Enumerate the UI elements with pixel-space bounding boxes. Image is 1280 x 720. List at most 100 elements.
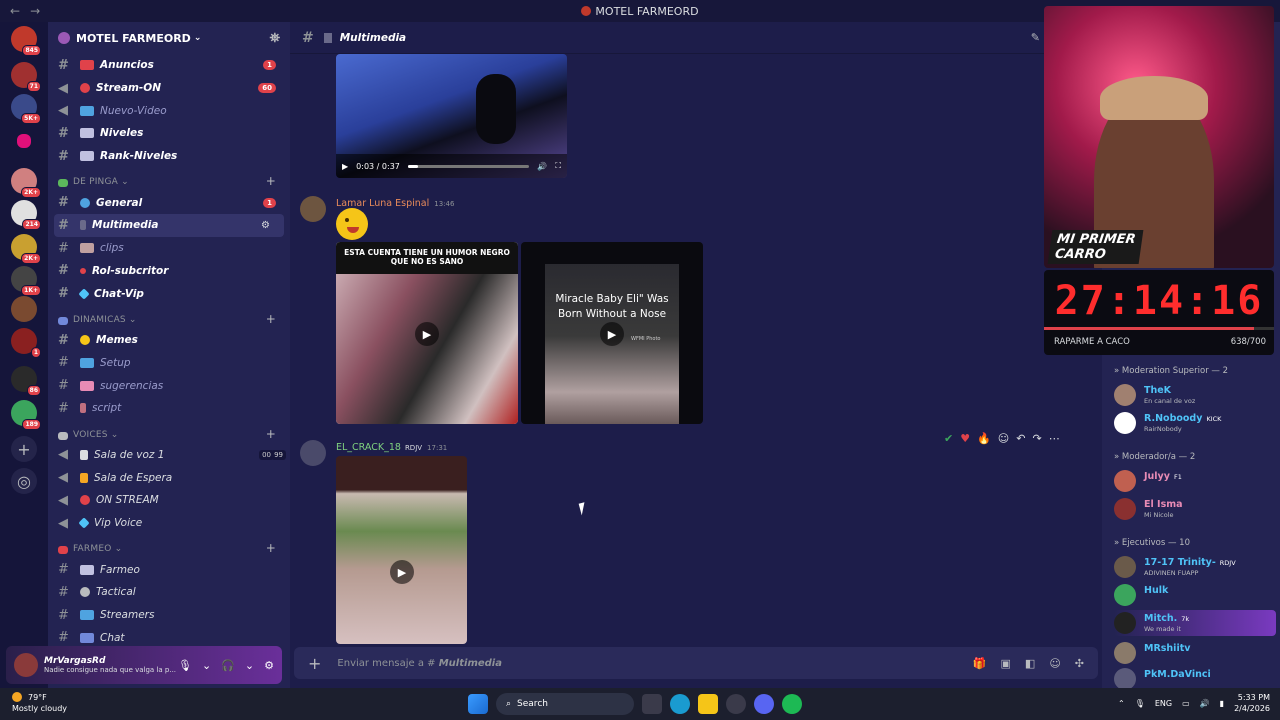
composer-placeholder[interactable]: Enviar mensaje a # Multimedia	[337, 658, 502, 669]
edge-icon[interactable]	[670, 694, 690, 714]
member-item[interactable]: TheK En canal de voz	[1114, 382, 1276, 408]
server-icon[interactable]: 189	[11, 400, 41, 430]
chevron-down-icon[interactable]: ⌄	[245, 659, 254, 672]
heart-reaction-icon[interactable]: ♥	[960, 432, 970, 445]
server-icon[interactable]: 1K+	[11, 266, 41, 296]
avatar[interactable]	[14, 653, 38, 677]
microphone-icon[interactable]: 🎙	[1135, 699, 1145, 708]
add-server-icon[interactable]: +	[11, 436, 37, 462]
channel-item[interactable]: # Farmeo	[48, 558, 290, 581]
category-farmeo[interactable]: FARMEO ⌄ +	[48, 534, 290, 558]
add-reaction-icon[interactable]: ☺	[998, 432, 1009, 445]
category-de-pinga[interactable]: DE PINGA ⌄ +	[48, 167, 290, 191]
file-explorer-icon[interactable]	[698, 694, 718, 714]
video-attachment[interactable]: Miracle Baby Eli" Was Born Without a Nos…	[521, 242, 703, 424]
channel-item[interactable]: # Chat-Vip	[48, 282, 290, 305]
channel-item[interactable]: ◀ Nuevo-Video	[48, 99, 290, 122]
play-icon[interactable]: ▶	[600, 322, 624, 346]
server-icon[interactable]: 845	[11, 26, 41, 56]
play-icon[interactable]: ▶	[415, 322, 439, 346]
invite-icon[interactable]: ⛯	[270, 31, 280, 46]
sticker-icon[interactable]: ◧	[1025, 657, 1035, 670]
channel-item[interactable]: # Rank-Niveles	[48, 145, 290, 168]
voice-channel[interactable]: ◀ ON STREAM	[48, 489, 290, 512]
server-icon[interactable]: 2K+	[11, 168, 41, 198]
channel-item[interactable]: ◀ Stream-ON 60	[48, 77, 290, 100]
add-channel-icon[interactable]: +	[266, 312, 276, 326]
discord-icon[interactable]	[754, 694, 774, 714]
message-composer[interactable]: + Enviar mensaje a # Multimedia 🎁 ▣ ◧ ☺ …	[294, 647, 1098, 679]
member-item[interactable]: R.Noboody KICK RairNobody	[1114, 410, 1276, 436]
reply-icon[interactable]: ↶	[1016, 432, 1025, 445]
explore-icon[interactable]: ◎	[11, 468, 37, 494]
play-icon[interactable]: ▶	[390, 560, 414, 584]
server-icon[interactable]: 214	[11, 200, 41, 230]
member-item[interactable]: MRshiitv	[1114, 640, 1276, 666]
member-item[interactable]: Julyy F1	[1114, 468, 1276, 494]
channel-item[interactable]: # sugerencias	[48, 374, 290, 397]
language-indicator[interactable]: ENG	[1155, 699, 1172, 708]
message-author[interactable]: EL_CRACK_18	[336, 442, 401, 453]
taskbar-clock[interactable]: 5:33 PM 2/4/2026	[1234, 692, 1270, 714]
server-icon[interactable]: 1	[11, 328, 41, 358]
server-icon[interactable]: 5K+	[11, 94, 41, 124]
video-progress-bar[interactable]	[407, 164, 530, 168]
channel-item[interactable]: # General 1	[48, 191, 290, 214]
channel-item-active[interactable]: # Multimedia ⚙	[54, 214, 284, 237]
gift-icon[interactable]: 🎁	[973, 657, 987, 670]
channel-item[interactable]: # Tactical	[48, 581, 290, 604]
voice-channel[interactable]: ◀ Vip Voice	[48, 512, 290, 535]
volume-icon[interactable]: 🔊	[1200, 699, 1210, 708]
category-dinamicas[interactable]: DINAMICAS ⌄ +	[48, 305, 290, 329]
server-icon[interactable]: 2K+	[11, 234, 41, 264]
chevron-down-icon[interactable]: ⌄	[202, 659, 211, 672]
channel-item[interactable]: # Streamers	[48, 604, 290, 627]
server-icon[interactable]: 71	[11, 62, 41, 92]
channel-item[interactable]: # Setup	[48, 352, 290, 375]
add-channel-icon[interactable]: +	[266, 427, 276, 441]
play-icon[interactable]: ▶	[342, 162, 348, 171]
channel-item[interactable]: # clips	[48, 237, 290, 260]
server-icon[interactable]	[11, 296, 37, 322]
member-item[interactable]: Hulk	[1114, 582, 1276, 608]
battery-icon[interactable]: ▮	[1220, 699, 1224, 708]
server-icon[interactable]	[17, 134, 31, 148]
video-attachment[interactable]: ▶	[336, 456, 467, 644]
checkmark-reaction-icon[interactable]: ✔	[944, 432, 953, 445]
app-icon[interactable]	[726, 694, 746, 714]
channel-item[interactable]: # script	[48, 397, 290, 420]
gear-icon[interactable]: ⚙	[264, 659, 274, 672]
volume-icon[interactable]: 🔊	[537, 162, 547, 171]
add-channel-icon[interactable]: +	[266, 541, 276, 555]
voice-channel[interactable]: ◀ Sala de Espera	[48, 466, 290, 489]
apps-icon[interactable]: ✣	[1075, 657, 1084, 670]
spotify-icon[interactable]	[782, 694, 802, 714]
more-icon[interactable]: ⋯	[1049, 432, 1060, 445]
fire-reaction-icon[interactable]: 🔥	[977, 432, 991, 445]
video-attachment[interactable]: ESTA CUENTA TIENE UN HUMOR NEGRO QUE NO …	[336, 242, 518, 424]
category-voices[interactable]: VOICES ⌄ +	[48, 420, 290, 444]
avatar[interactable]	[300, 196, 326, 222]
user-panel[interactable]: MrVargasRd Nadie consigue nada que valga…	[6, 646, 282, 684]
headphones-icon[interactable]: 🎧	[221, 659, 235, 672]
member-item[interactable]: El Isma Mi Nicole	[1114, 496, 1276, 522]
member-item[interactable]: Mitch. 7k We made it	[1114, 610, 1276, 636]
task-view-icon[interactable]	[642, 694, 662, 714]
emoji-icon[interactable]: ☺	[1049, 657, 1060, 670]
windows-start-icon[interactable]	[468, 694, 488, 714]
member-item[interactable]: 17-17 Trinity- RDJV ADIVINEN FUAPP	[1114, 554, 1276, 580]
chevron-up-icon[interactable]: ⌃	[1118, 699, 1125, 708]
fullscreen-icon[interactable]: ⛶	[555, 161, 561, 171]
channel-item[interactable]: # Niveles	[48, 122, 290, 145]
add-channel-icon[interactable]: +	[266, 174, 276, 188]
monitor-icon[interactable]: ▭	[1182, 699, 1190, 708]
threads-icon[interactable]: ✎	[1031, 31, 1040, 44]
member-item[interactable]: PkM.DaVinci	[1114, 666, 1276, 688]
forward-icon[interactable]: ↷	[1032, 432, 1041, 445]
server-icon[interactable]: 86	[11, 366, 41, 396]
channel-item[interactable]: # Rol-subcritor	[48, 260, 290, 283]
server-header[interactable]: MOTEL FARMEORD ⌄ ⛯	[48, 22, 290, 54]
gif-icon[interactable]: ▣	[1001, 657, 1011, 670]
channel-item[interactable]: # Anuncios 1	[48, 54, 290, 77]
voice-channel[interactable]: ◀ Sala de voz 1 00 99	[48, 444, 290, 467]
